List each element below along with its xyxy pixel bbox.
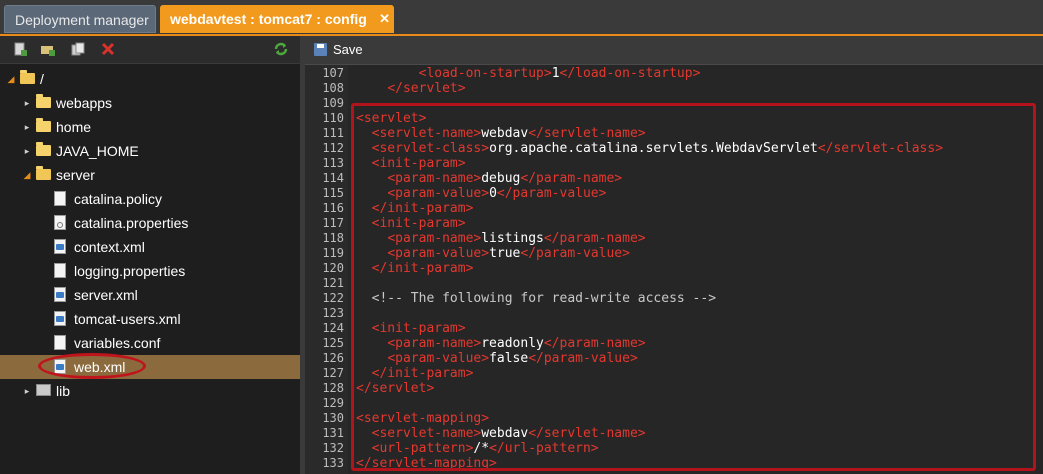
line-number: 110 xyxy=(322,111,344,125)
editor-toolbar: Save xyxy=(305,36,1043,65)
line-number: 112 xyxy=(322,141,344,155)
line-number: 119 xyxy=(322,246,344,260)
line-number: 128 xyxy=(322,381,344,395)
expand-arrow-icon[interactable]: ▸ xyxy=(22,91,32,115)
file-tree-panel: ◢ / ▸ webapps ▸ home ▸ JAVA_HOME ◢ server catalina… xyxy=(0,36,300,474)
tree-item-label: server xyxy=(56,167,95,183)
line-number: 120 xyxy=(322,261,344,275)
line-number: 121 xyxy=(322,276,344,290)
line-number-gutter: 107 108 109 110 111 112 113 114 115 116 117 118 119 1… xyxy=(305,65,348,474)
tree-item[interactable]: context.xml xyxy=(0,235,300,259)
expand-arrow-icon[interactable]: ▸ xyxy=(22,139,32,163)
tree-item[interactable]: tomcat-users.xml xyxy=(0,307,300,331)
tree-toolbar xyxy=(0,36,300,64)
tree-item[interactable]: ◢ / xyxy=(0,67,300,91)
code-tag: <load-on-startup> xyxy=(418,66,552,81)
tree-item[interactable]: ▸ webapps xyxy=(0,91,300,115)
xml-file-icon xyxy=(54,287,66,302)
file-icon xyxy=(54,191,66,206)
folder-icon xyxy=(36,94,51,108)
line-number: 108 xyxy=(322,81,344,95)
line-number: 131 xyxy=(322,426,344,440)
tab-label: Deployment manager xyxy=(15,12,149,28)
tab-config[interactable]: webdavtest : tomcat7 : config ✕ xyxy=(160,5,394,33)
folder-open-icon xyxy=(20,70,35,84)
tree-item[interactable]: ▸ JAVA_HOME xyxy=(0,139,300,163)
tree-item-label: JAVA_HOME xyxy=(56,143,139,159)
tree-item[interactable]: catalina.properties xyxy=(0,211,300,235)
tree-item-label: variables.conf xyxy=(74,335,161,351)
code-tag: </load-on-startup> xyxy=(559,66,701,81)
tree-item[interactable]: catalina.policy xyxy=(0,187,300,211)
line-number: 126 xyxy=(322,351,344,365)
highlight-ellipse xyxy=(38,353,146,379)
collapse-arrow-icon[interactable]: ◢ xyxy=(22,163,32,187)
tree-item[interactable]: ▸ home xyxy=(0,115,300,139)
line-number: 129 xyxy=(322,396,344,410)
tree-item[interactable]: ◢ server xyxy=(0,163,300,187)
xml-file-icon xyxy=(54,239,66,254)
code-line[interactable]: </servlet> xyxy=(356,81,466,96)
expand-arrow-icon[interactable]: ▸ xyxy=(22,115,32,139)
tree-item-label: logging.properties xyxy=(74,263,186,279)
code-tag: </servlet> xyxy=(387,81,466,96)
line-number: 124 xyxy=(322,321,344,335)
copy-icon[interactable] xyxy=(70,41,86,57)
tree-item[interactable]: variables.conf xyxy=(0,331,300,355)
line-number: 118 xyxy=(322,231,344,245)
line-number: 127 xyxy=(322,366,344,380)
line-number: 115 xyxy=(322,186,344,200)
highlight-box xyxy=(351,103,1036,471)
line-number: 109 xyxy=(322,96,344,110)
tree-item-label: / xyxy=(40,71,44,87)
save-icon[interactable] xyxy=(314,43,327,56)
folder-icon xyxy=(36,118,51,132)
tree-item-label: home xyxy=(56,119,92,135)
tab-label: webdavtest : tomcat7 : config xyxy=(170,11,367,27)
tree-item-label: tomcat-users.xml xyxy=(74,311,181,327)
tree-item[interactable]: server.xml xyxy=(0,283,300,307)
line-number: 122 xyxy=(322,291,344,305)
line-number: 107 xyxy=(322,66,344,80)
line-number: 133 xyxy=(322,456,344,470)
tree-item-label: context.xml xyxy=(74,239,145,255)
file-icon xyxy=(54,263,66,278)
line-number: 132 xyxy=(322,441,344,455)
file-icon xyxy=(54,335,66,350)
line-number: 125 xyxy=(322,336,344,350)
save-button[interactable]: Save xyxy=(333,36,363,64)
line-number: 123 xyxy=(322,306,344,320)
refresh-icon[interactable] xyxy=(273,41,289,57)
folder-open-icon xyxy=(36,166,51,180)
tree-item[interactable]: ▸ lib xyxy=(0,379,300,403)
code-line[interactable]: <load-on-startup>1</load-on-startup> xyxy=(356,66,701,81)
add-file-icon[interactable] xyxy=(12,41,28,57)
expand-arrow-icon[interactable]: ▸ xyxy=(22,379,32,403)
collapse-arrow-icon[interactable]: ◢ xyxy=(6,67,16,91)
xml-file-icon xyxy=(54,311,66,326)
tab-deployment-manager[interactable]: Deployment manager xyxy=(4,5,156,33)
line-number: 117 xyxy=(322,216,344,230)
tree-item-label: lib xyxy=(56,383,71,399)
delete-icon[interactable] xyxy=(100,41,116,57)
tab-bar: Deployment manager webdavtest : tomcat7 … xyxy=(0,0,1043,36)
close-icon[interactable]: ✕ xyxy=(379,5,390,33)
folder-icon xyxy=(36,142,51,156)
tree-item-label: server.xml xyxy=(74,287,138,303)
line-number: 111 xyxy=(322,126,344,140)
code-text: 1 xyxy=(551,66,560,81)
line-number: 113 xyxy=(322,156,344,170)
tree-item-label: catalina.policy xyxy=(74,191,162,207)
line-number: 130 xyxy=(322,411,344,425)
line-number: 114 xyxy=(322,171,344,185)
tree-item[interactable]: logging.properties xyxy=(0,259,300,283)
add-folder-icon[interactable] xyxy=(40,41,56,57)
file-icon xyxy=(54,215,66,230)
library-folder-icon xyxy=(36,384,51,396)
tree-item-label: catalina.properties xyxy=(74,215,189,231)
line-number: 116 xyxy=(322,201,344,215)
tree-item-label: webapps xyxy=(56,95,113,111)
